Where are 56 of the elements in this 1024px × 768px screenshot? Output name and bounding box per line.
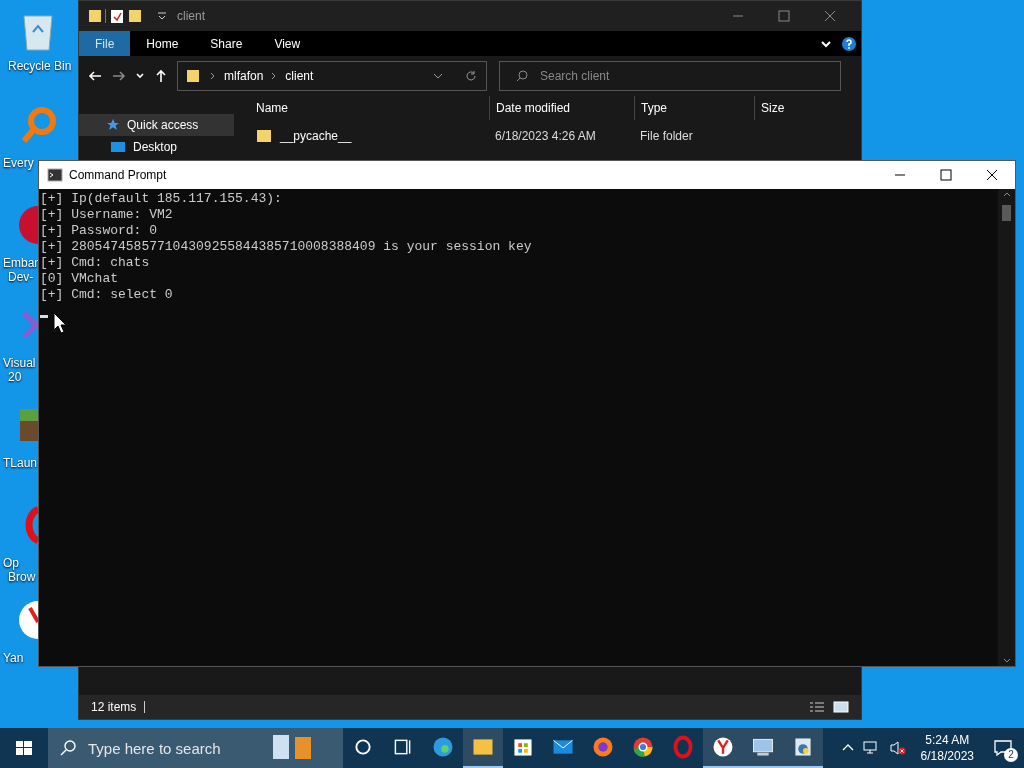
console-line: [+] Ip(default 185.117.155.43): (40, 191, 283, 207)
taskbar-app-button[interactable] (783, 728, 823, 768)
star-icon (107, 119, 119, 131)
speaker-muted-icon[interactable] (888, 740, 907, 756)
window-title: client (177, 8, 205, 25)
address-bar[interactable]: mlfafon client (177, 61, 487, 91)
refresh-icon[interactable] (464, 69, 478, 83)
item-count: 12 items (91, 699, 137, 716)
file-name[interactable]: __pycache__ (280, 127, 352, 145)
terminal-icon (47, 167, 63, 183)
taskbar-app-button[interactable] (703, 728, 743, 768)
column-header[interactable]: Date modified (489, 96, 634, 120)
folder-icon (186, 69, 202, 83)
chevron-right-icon (271, 71, 278, 81)
taskbar-app-button[interactable] (463, 728, 503, 768)
large-icons-view-icon[interactable] (833, 701, 849, 713)
column-header[interactable]: Type (634, 96, 754, 120)
console-line: [+] Cmd: select 0 (40, 287, 174, 303)
window-title: Command Prompt (69, 167, 167, 184)
console-line: [+] Password: 0 (40, 223, 159, 239)
console-line: [0] VMchat (40, 271, 119, 287)
text-cursor (40, 315, 48, 318)
notifications-button[interactable]: 2 (988, 733, 1018, 763)
ribbon-tab[interactable]: View (258, 31, 317, 56)
search-icon (515, 69, 529, 83)
search-icon (60, 740, 76, 756)
breadcrumb-item[interactable]: mlfafon (224, 67, 264, 85)
table-cell-text: 6/18/2023 4:26 AM (494, 128, 597, 145)
ribbon-tab[interactable]: File (79, 31, 131, 56)
chevron-right-icon (210, 71, 216, 81)
console-line: [+] Username: VM2 (40, 207, 174, 223)
ribbon-tab[interactable]: Home (130, 31, 195, 56)
gift-box-drawing (273, 735, 313, 761)
breadcrumb-item[interactable]: client (285, 67, 314, 85)
details-view-icon[interactable] (809, 701, 825, 713)
y-letter-icon (18, 600, 38, 640)
speech-bubble-icon (993, 739, 1013, 757)
search-field[interactable]: Search client (499, 61, 841, 91)
folder-icon (256, 129, 272, 143)
nav-item[interactable]: Quick access (79, 114, 234, 136)
desktop-icon (111, 141, 125, 153)
search-field[interactable]: Type here to search (48, 728, 343, 768)
help-icon[interactable] (841, 35, 857, 52)
column-header[interactable]: Size (754, 96, 834, 120)
ribbon-tab[interactable]: Share (194, 31, 259, 56)
mouse-pointer-icon (53, 312, 67, 334)
console-line: [+] 280547458577104309255844385710008388409 is your session key (40, 239, 533, 255)
nav-item[interactable]: Desktop (79, 136, 234, 158)
scrollbar[interactable] (998, 189, 1015, 666)
column-header[interactable]: Name (234, 96, 489, 120)
notification-count: 2 (1004, 748, 1018, 762)
clock[interactable]: 5:24 AM 6/18/2023 (914, 732, 980, 764)
console-line: [+] Cmd: chats (40, 255, 151, 271)
app-logo-icon (18, 205, 38, 245)
scroll-thumb[interactable] (1002, 205, 1011, 221)
table-cell-text: File folder (639, 128, 694, 145)
